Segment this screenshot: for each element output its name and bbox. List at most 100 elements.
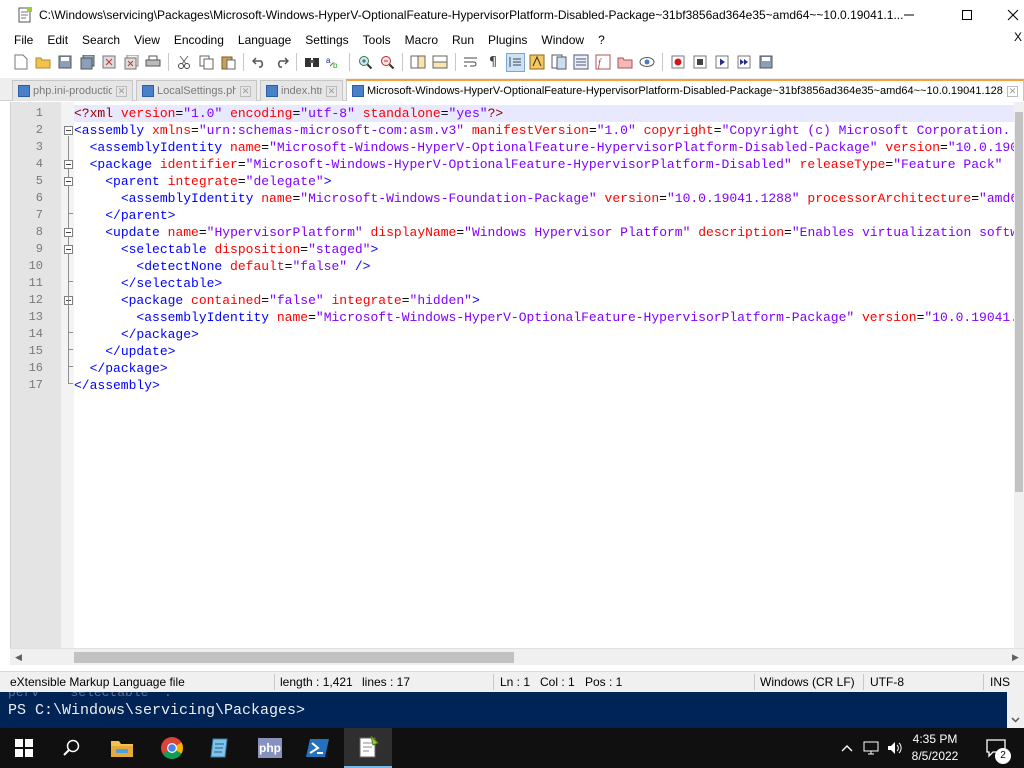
find-icon[interactable]: [304, 54, 321, 71]
horizontal-scroll-thumb[interactable]: [74, 652, 514, 663]
monitoring-icon[interactable]: [639, 54, 656, 71]
tab-localsettings-php[interactable]: LocalSettings.php ✕: [136, 80, 257, 101]
copy-icon[interactable]: [198, 54, 215, 71]
close-file-icon[interactable]: [101, 54, 118, 71]
tab-close-icon[interactable]: ✕: [326, 85, 337, 97]
code-line[interactable]: </assembly>: [74, 377, 160, 394]
system-clock[interactable]: 4:35 PM 8/5/2022: [905, 731, 965, 765]
network-icon[interactable]: [860, 728, 882, 768]
horizontal-scrollbar[interactable]: ◀ ▶: [10, 648, 1024, 665]
fold-toggle-icon[interactable]: [64, 126, 73, 135]
status-insert-mode[interactable]: INS: [990, 675, 1010, 689]
document-list-icon[interactable]: [573, 54, 590, 71]
code-line[interactable]: <?xml version="1.0" encoding="utf-8" sta…: [74, 105, 1017, 122]
menu-encoding[interactable]: Encoding: [167, 33, 231, 47]
php-icon[interactable]: php: [246, 728, 294, 768]
fold-toggle-icon[interactable]: [64, 160, 73, 169]
tab-php-ini-production[interactable]: php.ini-production ✕: [12, 80, 133, 101]
macro-play-icon[interactable]: [714, 54, 731, 71]
code-line[interactable]: <assembly xmlns="urn:schemas-microsoft-c…: [74, 122, 1017, 139]
line-number[interactable]: 4: [11, 156, 43, 173]
menu-language[interactable]: Language: [231, 33, 298, 47]
line-number[interactable]: 2: [11, 122, 43, 139]
code-line[interactable]: <selectable disposition="staged">: [74, 241, 379, 258]
folder-as-workspace-icon[interactable]: [617, 54, 634, 71]
code-line[interactable]: </package>: [74, 326, 199, 343]
line-number[interactable]: 16: [11, 360, 43, 377]
sync-horizontal-icon[interactable]: [432, 54, 449, 71]
menu-search[interactable]: Search: [75, 33, 127, 47]
cut-icon[interactable]: [176, 54, 193, 71]
scroll-right-icon[interactable]: ▶: [1007, 649, 1024, 666]
status-eol[interactable]: Windows (CR LF): [760, 675, 855, 689]
indent-guide-icon[interactable]: [505, 52, 525, 72]
line-number[interactable]: 9: [11, 241, 43, 258]
vertical-scrollbar[interactable]: [1014, 102, 1024, 648]
sync-vertical-icon[interactable]: [410, 54, 427, 71]
function-list-icon[interactable]: f: [595, 54, 612, 71]
line-number[interactable]: 14: [11, 326, 43, 343]
macro-record-icon[interactable]: [670, 54, 687, 71]
language-udl-icon[interactable]: [529, 54, 546, 71]
line-number[interactable]: 3: [11, 139, 43, 156]
paste-icon[interactable]: [220, 54, 237, 71]
line-number[interactable]: 1: [11, 105, 43, 122]
macro-save-icon[interactable]: [758, 54, 775, 71]
line-number[interactable]: 10: [11, 258, 43, 275]
code-line[interactable]: </update>: [74, 343, 175, 360]
close-document-button[interactable]: X: [1014, 30, 1022, 44]
line-number[interactable]: 6: [11, 190, 43, 207]
menu-run[interactable]: Run: [445, 33, 481, 47]
search-icon[interactable]: [48, 728, 96, 768]
show-all-characters-icon[interactable]: ¶: [485, 54, 502, 71]
notification-center-icon[interactable]: 2: [978, 728, 1014, 768]
word-wrap-icon[interactable]: [463, 54, 480, 71]
menu-file[interactable]: File: [0, 33, 40, 47]
new-file-icon[interactable]: [13, 54, 30, 71]
save-all-icon[interactable]: [79, 54, 96, 71]
tab-index-html[interactable]: index.html ✕: [260, 80, 343, 101]
redo-icon[interactable]: [273, 54, 290, 71]
code-line[interactable]: <update name="HypervisorPlatform" displa…: [74, 224, 1017, 241]
macro-run-multiple-icon[interactable]: [736, 54, 753, 71]
menu-tools[interactable]: Tools: [356, 33, 398, 47]
tab-close-icon[interactable]: ✕: [1007, 85, 1018, 97]
code-line[interactable]: <detectNone default="false" />: [74, 258, 370, 275]
line-number[interactable]: 11: [11, 275, 43, 292]
code-line[interactable]: <assemblyIdentity name="Microsoft-Window…: [74, 139, 1017, 156]
zoom-out-icon[interactable]: [379, 54, 396, 71]
line-number[interactable]: 8: [11, 224, 43, 241]
menu-view[interactable]: View: [127, 33, 167, 47]
menu-edit[interactable]: Edit: [40, 33, 75, 47]
code-line[interactable]: <package identifier="Microsoft-Windows-H…: [74, 156, 1003, 173]
chrome-icon[interactable]: [148, 728, 196, 768]
console-prompt[interactable]: PS C:\Windows\servicing\Packages>: [8, 702, 305, 719]
powershell-console[interactable]: perv" selectable . PS C:\Windows\servici…: [0, 692, 1024, 728]
replace-icon[interactable]: ab: [326, 54, 343, 71]
tab-close-icon[interactable]: ✕: [240, 85, 251, 97]
code-line[interactable]: <assemblyIdentity name="Microsoft-Window…: [74, 190, 1017, 207]
line-number[interactable]: 7: [11, 207, 43, 224]
macro-stop-icon[interactable]: [692, 54, 709, 71]
scroll-left-icon[interactable]: ◀: [10, 649, 27, 666]
powershell-icon[interactable]: [294, 728, 342, 768]
close-icon[interactable]: [990, 0, 1024, 30]
save-icon[interactable]: [57, 54, 74, 71]
windows-start-icon[interactable]: [0, 728, 48, 768]
close-all-icon[interactable]: [123, 54, 140, 71]
code-line[interactable]: <package contained="false" integrate="hi…: [74, 292, 480, 309]
menu-settings[interactable]: Settings: [298, 33, 355, 47]
fold-toggle-icon[interactable]: [64, 228, 73, 237]
undo-icon[interactable]: [251, 54, 268, 71]
minimize-icon[interactable]: [886, 0, 932, 30]
code-line[interactable]: <assemblyIdentity name="Microsoft-Window…: [74, 309, 1017, 326]
code-line[interactable]: </package>: [74, 360, 168, 377]
zoom-in-icon[interactable]: [357, 54, 374, 71]
code-line[interactable]: <parent integrate="delegate">: [74, 173, 331, 190]
line-number[interactable]: 12: [11, 292, 43, 309]
line-number[interactable]: 15: [11, 343, 43, 360]
document-map-icon[interactable]: [551, 54, 568, 71]
status-encoding[interactable]: UTF-8: [870, 675, 904, 689]
file-explorer-icon[interactable]: [98, 728, 146, 768]
open-file-icon[interactable]: [35, 54, 52, 71]
